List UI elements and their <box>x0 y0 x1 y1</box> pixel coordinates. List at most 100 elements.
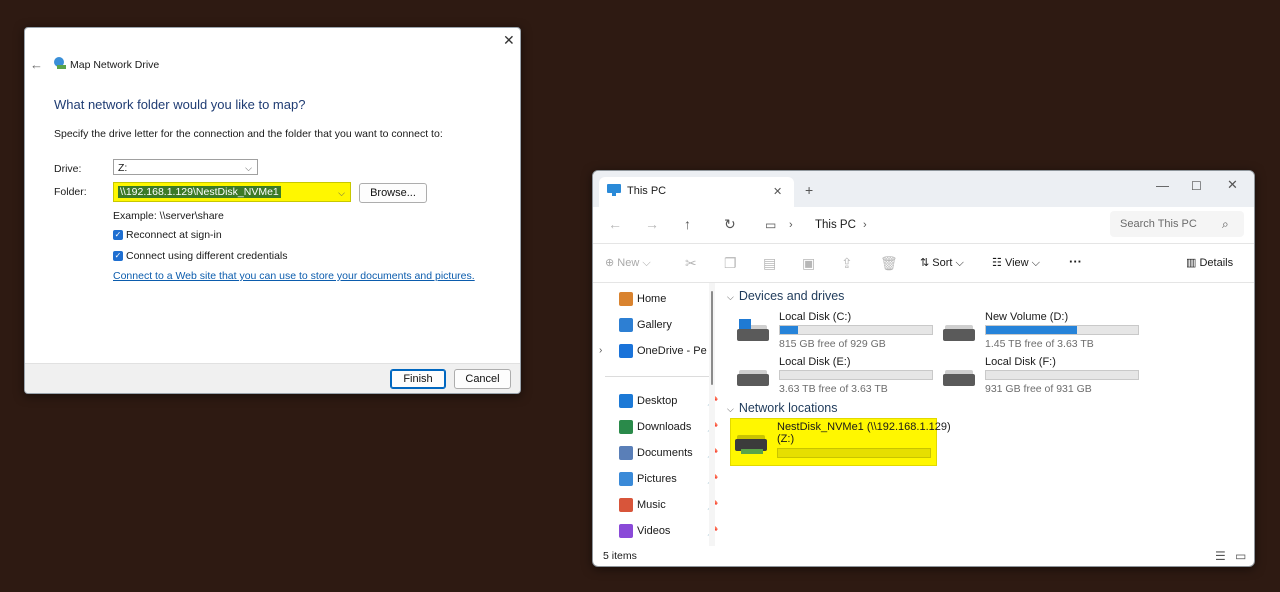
navigation-bar: ← → ↑ ↻ ▭ › This PC › Search This PC ⌕ <box>593 207 1254 244</box>
navigation-pane: HomeGalleryOneDrive - Perso Desktop📌Down… <box>593 283 721 548</box>
up-icon[interactable]: ↑ <box>684 217 691 231</box>
sort-button[interactable]: ⇅ Sort ⌵ <box>920 256 964 270</box>
sidebar-divider <box>605 376 710 377</box>
drive-select-value: Z: <box>118 162 128 174</box>
view-button[interactable]: ☷ View ⌵ <box>992 256 1040 270</box>
chevron-right-icon[interactable]: › <box>863 218 867 232</box>
sidebar-item-label: Downloads <box>637 421 692 433</box>
drive-name: New Volume (D:) <box>985 311 1069 323</box>
network-section-header[interactable]: ⌵ Network locations <box>727 401 837 415</box>
chevron-right-icon: › <box>789 219 793 231</box>
tab-this-pc[interactable]: This PC ✕ <box>599 177 794 207</box>
sort-label: Sort <box>932 257 953 269</box>
refresh-icon[interactable]: ↻ <box>724 217 736 231</box>
map-network-drive-dialog: ✕ ← Map Network Drive What network folde… <box>24 27 521 394</box>
network-drive-icon <box>735 435 767 454</box>
scrollbar-thumb[interactable] <box>711 291 713 385</box>
breadcrumb[interactable]: This PC <box>815 219 856 231</box>
documents-icon <box>619 446 633 460</box>
web-site-link[interactable]: Connect to a Web site that you can use t… <box>113 270 475 282</box>
paste-icon[interactable]: ▤ <box>763 256 776 270</box>
rename-icon[interactable]: ▣ <box>802 256 815 270</box>
close-icon[interactable]: ✕ <box>503 33 515 47</box>
sidebar-item-label: Music <box>637 499 666 511</box>
home-icon <box>619 292 633 306</box>
browse-button[interactable]: Browse... <box>359 183 427 203</box>
gallery-icon <box>619 318 633 332</box>
sort-icon: ⇅ <box>920 257 930 269</box>
dialog-title: Map Network Drive <box>70 59 160 71</box>
new-label: New <box>617 257 640 269</box>
search-box[interactable]: Search This PC ⌕ <box>1110 211 1244 237</box>
drive-letter: (Z:) <box>777 433 795 445</box>
music-icon <box>619 498 633 512</box>
collapse-chevron-icon: ⌵ <box>727 292 734 302</box>
details-label: Details <box>1199 257 1234 269</box>
plus-circle-icon: ⊕ <box>605 257 615 269</box>
sidebar-item-label: Documents <box>637 447 693 459</box>
network-drive-tile[interactable]: NestDisk_NVMe1 (\\192.168.1.129) (Z:) <box>730 418 951 466</box>
drive-label: Drive: <box>54 163 82 175</box>
back-icon[interactable]: ← <box>608 217 622 231</box>
chevron-down-icon: ⌵ <box>338 188 345 198</box>
forward-icon[interactable]: → <box>645 217 659 231</box>
status-text: 5 items <box>603 550 637 562</box>
drive-name: Local Disk (E:) <box>779 356 851 368</box>
folder-input-value[interactable]: \\192.168.1.129\NestDisk_NVMe1 <box>118 186 281 198</box>
dialog-instruction: Specify the drive letter for the connect… <box>54 128 443 140</box>
details-pane-icon: ▥ <box>1186 257 1197 269</box>
pictures-icon <box>619 472 633 486</box>
finish-button[interactable]: Finish <box>390 369 446 389</box>
tab-title: This PC <box>627 185 667 197</box>
drive-tile[interactable]: Local Disk (F:) 931 GB free of 931 GB <box>939 354 1139 396</box>
drive-name: NestDisk_NVMe1 (\\192.168.1.129) <box>777 421 951 433</box>
drive-select[interactable]: Z: ⌵ <box>113 159 258 175</box>
sidebar-scrollbar[interactable] <box>709 283 715 546</box>
minimize-icon[interactable]: — <box>1156 179 1169 193</box>
sidebar-item-label: Pictures <box>637 473 677 485</box>
drive-free-space: 3.63 TB free of 3.63 TB <box>779 383 888 395</box>
tab-close-icon[interactable]: ✕ <box>773 185 782 199</box>
sidebar-item-label: Home <box>637 293 667 305</box>
drive-tile[interactable]: Local Disk (E:) 3.63 TB free of 3.63 TB <box>733 354 933 396</box>
monitor-icon: ▭ <box>765 218 777 232</box>
delete-icon[interactable]: 🗑 <box>880 256 898 270</box>
list-view-icon[interactable]: ☰ <box>1215 549 1226 563</box>
tiles-view-icon[interactable]: ▭ <box>1235 549 1246 563</box>
reconnect-label[interactable]: Reconnect at sign-in <box>126 229 222 241</box>
network-drive-icon <box>54 57 66 69</box>
drive-usage-bar <box>779 370 933 380</box>
sidebar-item-label: Desktop <box>637 395 678 407</box>
drive-tile[interactable]: New Volume (D:) 1.45 TB free of 3.63 TB <box>939 309 1139 351</box>
share-icon[interactable]: ⇪ <box>841 256 853 270</box>
drive-tile[interactable]: Local Disk (C:) 815 GB free of 929 GB <box>733 309 933 351</box>
windows-drive-icon <box>737 319 769 341</box>
file-explorer-window: This PC ✕ + — ☐ ✕ ← → ↑ ↻ ▭ › This PC › … <box>592 170 1255 567</box>
copy-icon[interactable]: ❐ <box>724 256 737 270</box>
maximize-icon[interactable]: ☐ <box>1191 179 1202 193</box>
cut-icon[interactable]: ✂ <box>685 256 697 270</box>
back-arrow-icon[interactable]: ← <box>30 58 43 72</box>
drive-usage-bar <box>985 325 1139 335</box>
more-options-button[interactable]: ··· <box>1069 254 1082 269</box>
sidebar-item-label: Gallery <box>637 319 672 331</box>
window-close-icon[interactable]: ✕ <box>1227 178 1238 192</box>
cancel-button[interactable]: Cancel <box>454 369 511 389</box>
folder-combo[interactable]: \\192.168.1.129\NestDisk_NVMe1 ⌵ <box>113 182 351 202</box>
reconnect-checkbox[interactable]: ✓ <box>113 230 123 240</box>
credentials-label[interactable]: Connect using different credentials <box>126 250 288 262</box>
network-section-title: Network locations <box>738 401 838 415</box>
collapse-chevron-icon: ⌵ <box>727 404 734 414</box>
details-button[interactable]: ▥ Details <box>1186 256 1233 269</box>
expand-chevron-icon[interactable]: › <box>599 344 602 358</box>
sidebar-item-label: Videos <box>637 525 671 537</box>
new-button[interactable]: ⊕ New ⌵ <box>605 256 651 270</box>
dialog-heading: What network folder would you like to ma… <box>54 97 306 112</box>
search-icon: ⌕ <box>1222 217 1229 231</box>
address-bar[interactable]: ▭ › This PC › <box>753 211 1093 239</box>
credentials-checkbox[interactable]: ✓ <box>113 251 123 261</box>
monitor-icon <box>607 184 621 196</box>
new-tab-icon[interactable]: + <box>805 183 813 197</box>
devices-section-header[interactable]: ⌵ Devices and drives <box>727 289 844 303</box>
hard-drive-icon <box>943 325 975 341</box>
